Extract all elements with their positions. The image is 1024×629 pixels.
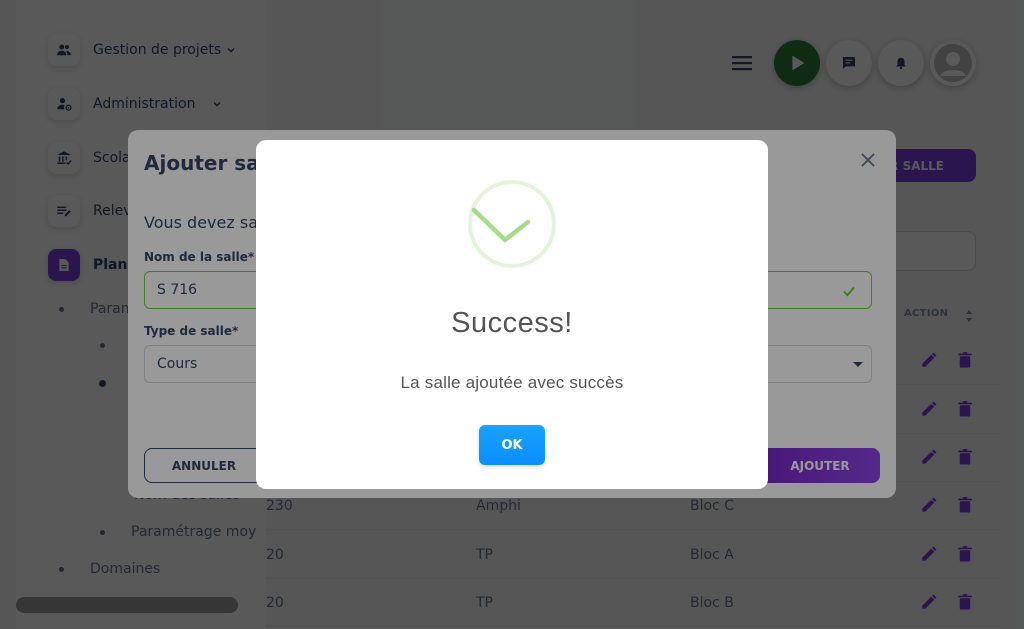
success-check-icon [468, 180, 556, 268]
success-message: La salle ajoutée avec succès [400, 373, 624, 392]
ok-button[interactable]: OK [479, 425, 545, 465]
success-dialog: Success! La salle ajoutée avec succès OK [256, 140, 768, 489]
success-title: Success! [451, 307, 573, 339]
